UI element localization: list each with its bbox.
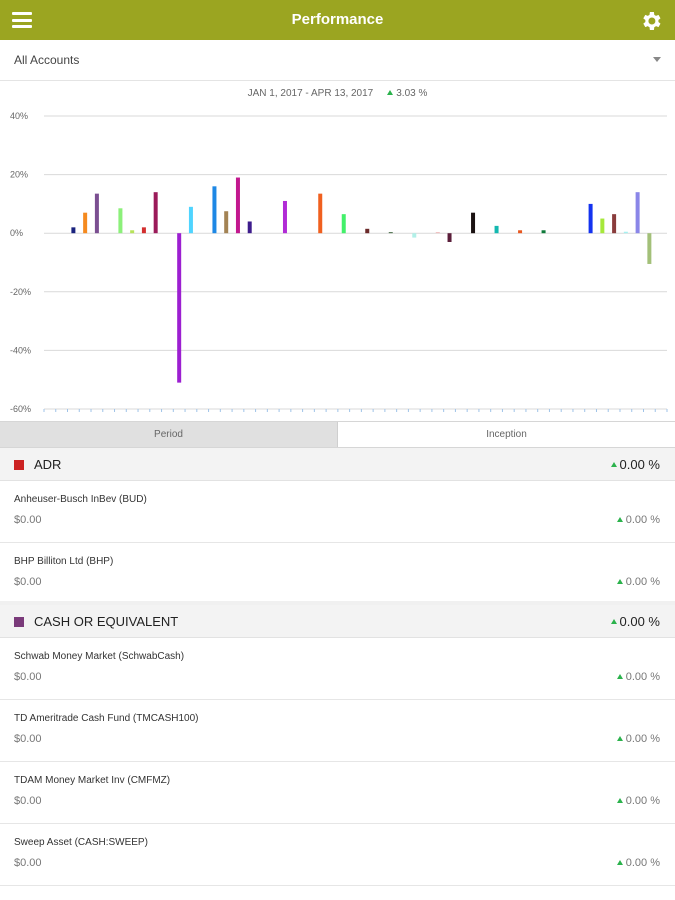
chart-bar bbox=[83, 212, 88, 234]
group-header-cash[interactable]: CASH OR EQUIVALENT 0.00 % bbox=[0, 605, 675, 638]
chart-bar bbox=[94, 193, 99, 234]
holding-value: $0.00 bbox=[14, 671, 42, 683]
list-item[interactable]: Sweep Asset (CASH:SWEEP) $0.00 0.00 % bbox=[0, 824, 675, 886]
up-arrow-icon bbox=[616, 516, 623, 522]
period-toggle: Period Inception bbox=[0, 421, 675, 448]
y-tick-label: 20% bbox=[10, 170, 28, 180]
chart-bar bbox=[518, 230, 523, 234]
chart-bar bbox=[494, 225, 499, 234]
holding-name: TDAM Money Market Inv (CMFMZ) bbox=[14, 775, 171, 786]
chart-bar bbox=[188, 206, 193, 234]
chevron-down-icon bbox=[653, 57, 661, 62]
chart-bar bbox=[153, 192, 158, 234]
chart-bar bbox=[177, 233, 182, 383]
up-arrow-icon bbox=[616, 859, 623, 865]
performance-bar-chart: 40% 20% 0% -20% -40% -60% bbox=[10, 111, 668, 414]
up-arrow-icon bbox=[610, 462, 617, 468]
holding-change: 0.00 % bbox=[616, 795, 660, 807]
up-arrow-icon bbox=[616, 735, 623, 741]
gear-icon[interactable] bbox=[639, 9, 663, 33]
chart-bar bbox=[318, 193, 323, 234]
holding-change: 0.00 % bbox=[616, 576, 660, 588]
holding-name: Sweep Asset (CASH:SWEEP) bbox=[14, 837, 148, 848]
list-item[interactable]: TDAM Money Market Inv (CMFMZ) $0.00 0.00… bbox=[0, 762, 675, 824]
chart-bar bbox=[130, 230, 135, 234]
holding-change: 0.00 % bbox=[616, 733, 660, 745]
tab-inception[interactable]: Inception bbox=[338, 422, 675, 447]
chart-bar bbox=[588, 203, 593, 234]
up-arrow-icon bbox=[616, 578, 623, 584]
group-name: CASH OR EQUIVALENT bbox=[34, 614, 179, 629]
list-item[interactable]: Anheuser-Busch InBev (BUD) $0.00 0.00 % bbox=[0, 481, 675, 543]
account-selector-value: All Accounts bbox=[14, 53, 80, 67]
holdings-list: ADR 0.00 % Anheuser-Busch InBev (BUD) $0… bbox=[0, 448, 675, 886]
holding-change: 0.00 % bbox=[616, 857, 660, 869]
chart-bar bbox=[612, 214, 617, 234]
chart-bar bbox=[212, 186, 217, 234]
y-tick-label: -20% bbox=[10, 287, 31, 297]
y-tick-label: 40% bbox=[10, 111, 28, 121]
holding-name: TD Ameritrade Cash Fund (TMCASH100) bbox=[14, 713, 199, 724]
page-title: Performance bbox=[291, 11, 384, 28]
group-name: ADR bbox=[34, 457, 62, 472]
top-bar: Performance bbox=[0, 0, 675, 40]
holding-value: $0.00 bbox=[14, 514, 42, 526]
chart-bar bbox=[447, 233, 452, 242]
chart-bar bbox=[412, 233, 417, 238]
date-range-summary: JAN 1, 2017 - APR 13, 2017 3.03 % bbox=[0, 88, 675, 104]
holding-change: 0.00 % bbox=[616, 671, 660, 683]
group-color-swatch bbox=[14, 460, 24, 470]
chart-bar bbox=[647, 233, 652, 264]
y-tick-label: -60% bbox=[10, 404, 31, 414]
chart-bar bbox=[541, 230, 546, 234]
list-item[interactable]: Schwab Money Market (SchwabCash) $0.00 0… bbox=[0, 638, 675, 700]
list-item[interactable]: BHP Billiton Ltd (BHP) $0.00 0.00 % bbox=[0, 543, 675, 605]
chart-bar bbox=[471, 212, 476, 234]
holding-name: BHP Billiton Ltd (BHP) bbox=[14, 556, 114, 567]
chart-bar bbox=[600, 218, 605, 234]
date-range-label: JAN 1, 2017 - APR 13, 2017 bbox=[247, 88, 374, 99]
up-arrow-icon bbox=[616, 673, 623, 679]
y-tick-label: 0% bbox=[10, 228, 23, 238]
chart-bar bbox=[235, 177, 240, 234]
y-tick-label: -40% bbox=[10, 345, 31, 355]
group-change: 0.00 % bbox=[610, 605, 660, 638]
chart-bar bbox=[341, 214, 346, 234]
group-change: 0.00 % bbox=[610, 448, 660, 481]
up-arrow-icon bbox=[387, 89, 394, 95]
up-arrow-icon bbox=[610, 619, 617, 625]
holding-value: $0.00 bbox=[14, 576, 42, 588]
range-change: 3.03 % bbox=[396, 88, 428, 99]
holding-value: $0.00 bbox=[14, 733, 42, 745]
holding-name: Anheuser-Busch InBev (BUD) bbox=[14, 494, 147, 505]
chart-bar bbox=[282, 200, 287, 234]
account-selector[interactable]: All Accounts bbox=[0, 40, 675, 81]
up-arrow-icon bbox=[616, 797, 623, 803]
chart-bar bbox=[365, 228, 370, 234]
chart-bar bbox=[435, 232, 440, 234]
holding-change: 0.00 % bbox=[616, 514, 660, 526]
chart-bar bbox=[635, 192, 640, 234]
group-color-swatch bbox=[14, 617, 24, 627]
chart-bar bbox=[118, 208, 123, 234]
group-header-adr[interactable]: ADR 0.00 % bbox=[0, 448, 675, 481]
holding-name: Schwab Money Market (SchwabCash) bbox=[14, 651, 185, 662]
holding-value: $0.00 bbox=[14, 795, 42, 807]
chart-bar bbox=[71, 227, 76, 234]
chart-bar bbox=[224, 211, 229, 234]
chart-bar bbox=[388, 232, 393, 234]
holding-value: $0.00 bbox=[14, 857, 42, 869]
list-item[interactable]: TD Ameritrade Cash Fund (TMCASH100) $0.0… bbox=[0, 700, 675, 762]
chart-bar bbox=[141, 227, 146, 234]
chart-bar bbox=[623, 231, 628, 234]
tab-period[interactable]: Period bbox=[0, 422, 338, 447]
chart-bar bbox=[247, 221, 252, 234]
